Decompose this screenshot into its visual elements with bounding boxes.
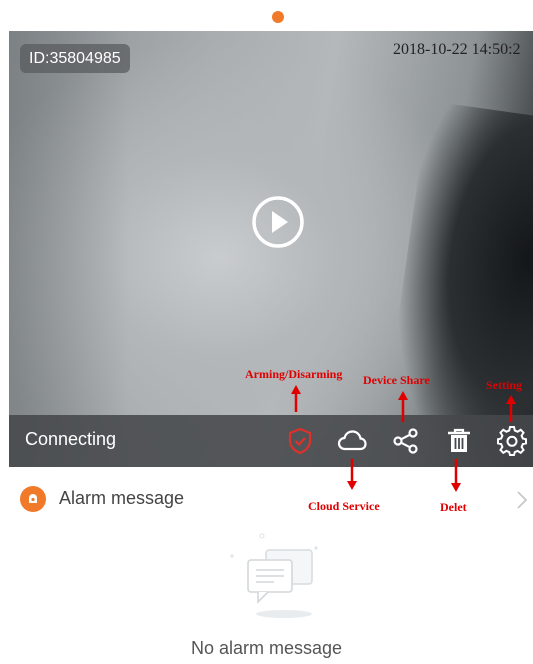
trash-icon [448,428,470,452]
empty-state-text: No alarm message [190,638,343,658]
shield-check-icon [288,427,312,455]
chevron-right-icon[interactable] [515,490,529,510]
alarm-message-row[interactable]: Alarm message [0,478,533,522]
arrow-up-icon [398,391,408,422]
connection-status: Connecting [25,429,117,449]
delete-button[interactable] [443,425,475,457]
video-timestamp: 2018-10-22 14:50:2 [393,41,521,58]
video-preview[interactable]: ID:35804985 2018-10-22 14:50:2 Connectin… [9,31,533,467]
annotation-share: Device Share [363,373,430,387]
device-share-button[interactable] [390,425,422,457]
page-indicator-dot [272,11,284,23]
top-bar [0,0,533,30]
cloud-icon [337,430,367,451]
arrow-up-icon [506,395,516,422]
gear-icon [497,426,527,456]
arming-disarming-button[interactable] [284,425,316,457]
device-id-badge: ID:35804985 [20,44,130,73]
play-circle-icon[interactable] [250,194,306,250]
alarm-bell-icon [20,486,46,512]
annotation-arming: Arming/Disarming [245,367,343,381]
setting-button[interactable] [496,425,528,457]
chat-bubbles-icon [230,533,318,618]
alarm-message-label: Alarm message [59,488,185,508]
share-icon [393,428,418,454]
annotation-setting: Setting [486,378,522,392]
arrow-up-icon [291,385,301,412]
video-blur [9,31,129,467]
cloud-service-button[interactable] [336,425,368,457]
